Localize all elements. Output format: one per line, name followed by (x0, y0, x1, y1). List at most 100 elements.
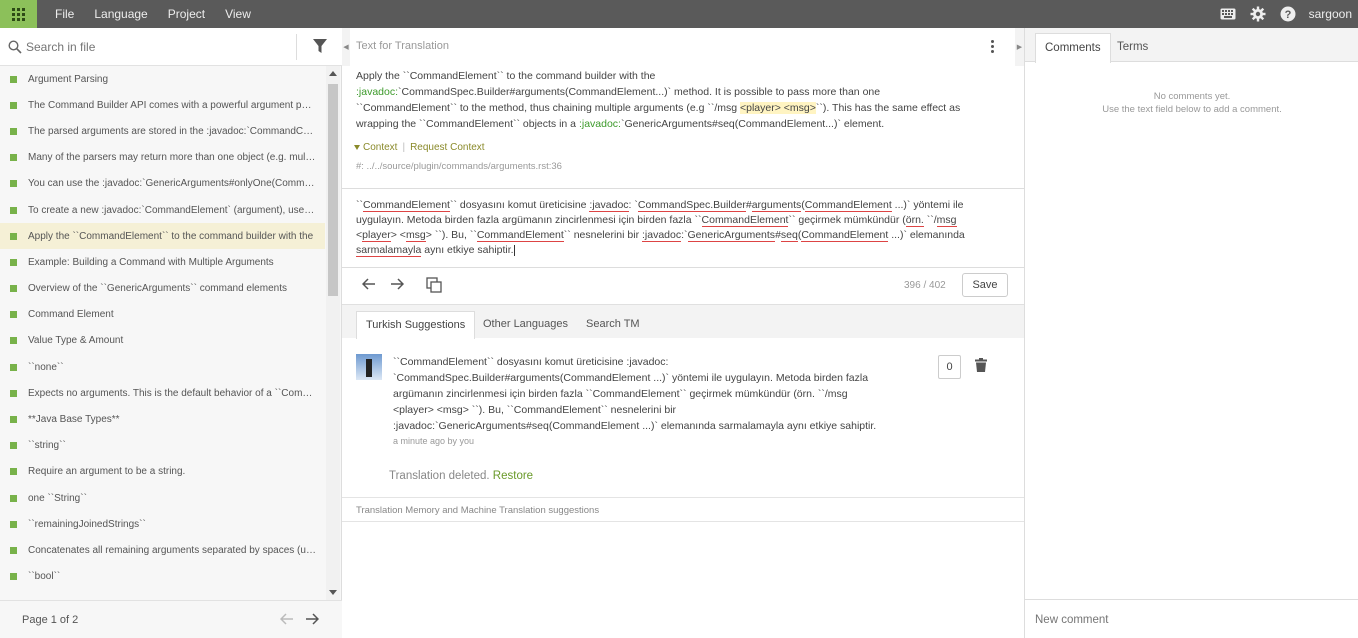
next-arrow-icon[interactable] (390, 278, 404, 290)
list-scrollbar[interactable] (326, 66, 340, 600)
scrollbar-thumb[interactable] (328, 84, 338, 296)
status-dot-icon (10, 416, 17, 424)
list-item[interactable]: You can use the :javadoc:`GenericArgumen… (0, 171, 325, 197)
right-tabs: Comments Terms (1025, 28, 1358, 63)
collapse-right-panel-button[interactable]: ▶ (1015, 28, 1024, 66)
new-comment-input[interactable] (1035, 611, 1335, 629)
new-comment-box (1025, 599, 1358, 638)
context-link[interactable]: Context (363, 142, 397, 153)
text-flow-list: Argument Parsing The Command Builder API … (0, 66, 325, 600)
tab-turkish-suggestions[interactable]: Turkish Suggestions (356, 311, 476, 339)
request-context-link[interactable]: Request Context (410, 142, 485, 153)
list-item-label: Example: Building a Command with Multipl… (28, 256, 274, 268)
list-item[interactable]: ``none`` (0, 354, 325, 380)
main-menu: File Language Project View (45, 0, 261, 28)
comments-panel: Comments Terms No comments yet. Use the … (1024, 28, 1358, 638)
search-bar (0, 28, 342, 66)
tab-other-languages[interactable]: Other Languages (474, 311, 577, 339)
list-item-label: ``string`` (28, 440, 66, 452)
menu-view[interactable]: View (225, 7, 251, 21)
menu-project[interactable]: Project (168, 7, 205, 21)
restore-link[interactable]: Restore (493, 470, 533, 482)
user-name[interactable]: sargoon (1309, 7, 1352, 21)
translation-deleted-notice: Translation deleted. Restore (389, 470, 533, 482)
list-item-label: ``none`` (28, 361, 64, 373)
translation-text[interactable]: ``CommandElement`` dosyasını komut üreti… (356, 198, 1011, 258)
list-item[interactable]: The parsed arguments are stored in the :… (0, 118, 325, 144)
keyboard-icon[interactable] (1220, 6, 1236, 22)
svg-text:?: ? (1284, 9, 1291, 21)
previous-arrow-icon[interactable] (362, 278, 376, 290)
list-item-label: ``bool`` (28, 571, 61, 583)
suggestion-card: ``CommandElement`` dosyasını komut üreti… (342, 338, 1024, 497)
list-item-label: **Java Base Types** (28, 414, 120, 426)
next-page-arrow-icon[interactable] (305, 613, 319, 625)
vote-count[interactable]: 0 (938, 355, 961, 379)
list-item[interactable]: ``remainingJoinedStrings`` (0, 511, 325, 537)
suggestion-text[interactable]: ``CommandElement`` dosyasını komut üreti… (393, 354, 913, 434)
list-item-label: one ``String`` (28, 492, 87, 504)
scroll-down-arrow-icon[interactable] (329, 590, 337, 595)
status-dot-icon (10, 75, 17, 83)
source-header: Text for Translation (356, 40, 449, 52)
tab-terms[interactable]: Terms (1108, 33, 1157, 63)
translation-editor[interactable]: ``CommandElement`` dosyasını komut üreti… (342, 188, 1024, 268)
status-dot-icon (10, 127, 17, 135)
status-dot-icon (10, 101, 17, 109)
editor-panel: ◀ ▶ Text for Translation Apply the ``Com… (342, 28, 1024, 638)
list-item[interactable]: Many of the parsers may return more than… (0, 145, 325, 171)
settings-gear-icon[interactable] (1250, 6, 1266, 22)
list-item-label: Concatenates all remaining arguments sep… (28, 544, 316, 556)
list-item[interactable]: ``bool`` (0, 564, 325, 590)
status-dot-icon (10, 206, 17, 214)
no-comments-message: No comments yet. Use the text field belo… (1102, 91, 1282, 115)
list-item-label: Require an argument to be a string. (28, 466, 186, 478)
menu-file[interactable]: File (55, 7, 74, 21)
copy-source-icon[interactable] (426, 277, 442, 293)
list-item[interactable]: Concatenates all remaining arguments sep… (0, 537, 325, 563)
status-dot-icon (10, 337, 17, 345)
list-item[interactable]: Expects no arguments. This is the defaul… (0, 380, 325, 406)
collapse-left-panel-button[interactable]: ◀ (342, 28, 350, 66)
list-item-label: Overview of the ``GenericArguments`` com… (28, 283, 287, 295)
list-item[interactable]: one ``String`` (0, 485, 325, 511)
trash-icon[interactable] (975, 358, 987, 372)
list-item-label: Expects no arguments. This is the defaul… (28, 387, 316, 399)
list-item[interactable]: To create a new :javadoc:`CommandElement… (0, 197, 325, 223)
list-item[interactable]: Value Type & Amount (0, 328, 325, 354)
list-item[interactable]: Argument Parsing (0, 66, 325, 92)
tab-comments[interactable]: Comments (1035, 33, 1111, 63)
tab-search-tm[interactable]: Search TM (577, 311, 649, 339)
list-item-label: Argument Parsing (28, 73, 109, 85)
status-dot-icon (10, 258, 17, 266)
list-item[interactable]: Example: Building a Command with Multipl… (0, 249, 325, 275)
status-dot-icon (10, 180, 17, 188)
context-toggle: Context | Request Context (354, 142, 485, 153)
status-dot-icon (10, 573, 17, 581)
list-item[interactable]: Require an argument to be a string. (0, 459, 325, 485)
status-dot-icon (10, 363, 17, 371)
list-item-label: Value Type & Amount (28, 335, 124, 347)
apps-grid-button[interactable] (0, 0, 37, 28)
help-icon[interactable]: ? (1280, 6, 1296, 22)
list-item[interactable]: **Java Base Types** (0, 406, 325, 432)
page-indicator: Page 1 of 2 (22, 614, 79, 626)
list-item[interactable]: The Command Builder API comes with a pow… (0, 92, 325, 118)
more-options-kebab-icon[interactable] (990, 40, 994, 55)
suggestion-tabs: Turkish Suggestions Other Languages Sear… (342, 304, 1024, 339)
save-button[interactable]: Save (962, 273, 1008, 297)
list-item[interactable]: Overview of the ``GenericArguments`` com… (0, 276, 325, 302)
list-item[interactable]: Apply the ``CommandElement`` to the comm… (0, 223, 325, 250)
search-input[interactable] (26, 37, 288, 57)
list-item-label: Many of the parsers may return more than… (28, 152, 316, 164)
scroll-up-arrow-icon[interactable] (329, 71, 337, 76)
list-item[interactable]: ``string`` (0, 433, 325, 459)
status-dot-icon (10, 520, 17, 528)
menu-language[interactable]: Language (94, 7, 147, 21)
list-item[interactable]: Command Element (0, 302, 325, 328)
pager: Page 1 of 2 (0, 600, 342, 638)
caret-down-icon (354, 145, 360, 150)
previous-page-arrow-icon[interactable] (280, 613, 294, 625)
filter-icon[interactable] (313, 39, 327, 54)
grid-icon (12, 7, 25, 21)
